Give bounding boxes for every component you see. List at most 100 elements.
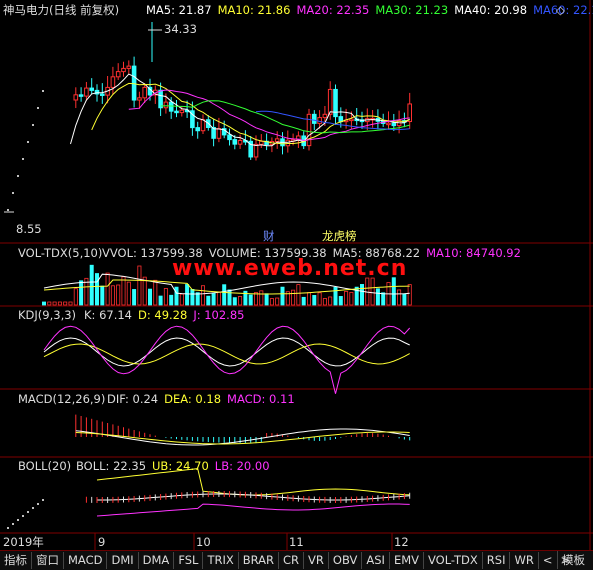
vol-bar-63 — [375, 288, 380, 306]
vol-bar-14 — [116, 284, 121, 306]
tab-trix[interactable]: TRIX — [203, 552, 239, 569]
vol-bar-68 — [402, 293, 407, 306]
vol-bar-62 — [370, 277, 375, 306]
tab-window[interactable]: 窗口 — [32, 552, 64, 569]
main-indicator-4: MA40: 20.98 — [454, 3, 528, 17]
tab-wr[interactable]: WR — [510, 552, 539, 569]
tab-vol-tdx[interactable]: VOL-TDX — [424, 552, 483, 569]
candle-body-40 — [253, 143, 259, 158]
vol-bar-15 — [121, 276, 126, 306]
main-indicator-0: MA5: 21.87 — [146, 3, 212, 17]
candle-body-15 — [121, 67, 126, 73]
vol-bar-12 — [105, 272, 110, 306]
tab-indicators[interactable]: 指标 — [0, 552, 32, 569]
candle-body-29 — [195, 127, 200, 132]
month-label-12: 12 — [394, 535, 409, 549]
vol-bar-57 — [344, 291, 349, 306]
vol-bar-47 — [291, 289, 296, 306]
candle-body-41 — [259, 140, 264, 145]
candle-body-35 — [227, 134, 232, 141]
boll-lb-line — [96, 503, 410, 517]
vol-bar-13 — [110, 285, 115, 306]
vol-bar-22 — [158, 295, 163, 306]
vol-bar-64 — [381, 292, 386, 306]
boll-indicator-2: LB: 20.00 — [214, 459, 270, 473]
candle-body-7 — [78, 94, 84, 97]
vol-bar-2 — [52, 301, 57, 306]
candle-body-17 — [131, 65, 137, 101]
vol-bar-18 — [137, 265, 142, 306]
kdj-title: KDJ(9,3,3) — [18, 308, 77, 322]
finance-tag[interactable]: 财 — [263, 229, 275, 243]
toggle-icon[interactable]: ◇ — [556, 3, 565, 17]
vol-bar-49 — [301, 296, 306, 306]
candle-body-46 — [285, 139, 291, 147]
kdj-indicator-2: J: 102.85 — [193, 308, 245, 322]
boll-early-dot-0 — [7, 527, 9, 529]
tab-cr[interactable]: CR — [279, 552, 305, 569]
tab-dma[interactable]: DMA — [139, 552, 175, 569]
vol-bar-4 — [63, 301, 68, 306]
candle-body-58 — [349, 118, 354, 122]
boll-indicator-1: UB: 24.70 — [152, 459, 209, 473]
tab-scroll-left-button[interactable]: < — [539, 552, 557, 569]
candle-body-22 — [158, 89, 163, 109]
vol-bar-1 — [47, 301, 52, 306]
candle-body-23 — [163, 101, 169, 109]
candle-body-52 — [317, 117, 322, 124]
vol-bar-54 — [328, 296, 333, 306]
vol-bar-21 — [153, 279, 158, 306]
candle-body-44 — [274, 138, 280, 142]
dragon-tiger-tag[interactable]: 龙虎榜 — [322, 229, 357, 243]
vol-bar-67 — [397, 289, 402, 306]
vol-bar-29 — [195, 292, 200, 306]
vol-bar-10 — [95, 273, 100, 306]
vol-bar-25 — [174, 286, 179, 306]
vol-bar-7 — [79, 280, 84, 306]
vol-bar-44 — [275, 297, 280, 306]
chart-canvas[interactable] — [0, 0, 593, 569]
candle-body-36 — [232, 139, 238, 145]
early-dot-1 — [12, 192, 14, 194]
boll-mid-line — [97, 493, 410, 501]
vol-bar-48 — [296, 284, 301, 306]
boll-early-dot-3 — [22, 515, 24, 517]
candle-body-8 — [84, 87, 89, 97]
indicator-tab-bar: 指标 窗口 MACD DMI DMA FSL TRIX BRAR CR VR OBV ASI EMV VO… — [0, 550, 593, 570]
candle-body-6 — [73, 94, 79, 101]
candle-body-69 — [407, 103, 412, 123]
ma-legend: MA5: 21.87 MA10: 21.86 MA20: 22.35 MA30: 21… — [146, 3, 593, 17]
main-indicator-2: MA20: 22.35 — [296, 3, 370, 17]
tab-brar[interactable]: BRAR — [239, 552, 280, 569]
watermark: www.eweb.net.cn — [172, 256, 408, 281]
tab-rsi[interactable]: RSI — [483, 552, 511, 569]
tab-macd[interactable]: MACD — [64, 552, 108, 569]
main-indicator-3: MA30: 21.23 — [375, 3, 449, 17]
tab-vr[interactable]: VR — [304, 552, 329, 569]
vol-bar-26 — [179, 293, 184, 306]
vol-bar-39 — [248, 294, 253, 306]
tab-fsl[interactable]: FSL — [174, 552, 204, 569]
boll-indicator-0: BOLL: 22.35 — [76, 459, 147, 473]
tab-emv[interactable]: EMV — [390, 552, 424, 569]
candle-body-11 — [100, 93, 105, 96]
boll-early-dot-1 — [12, 523, 14, 525]
vol-bar-40 — [253, 292, 258, 306]
vol-bar-31 — [206, 295, 211, 306]
tab-obv[interactable]: OBV — [329, 552, 363, 569]
vol-bar-37 — [238, 295, 243, 306]
month-label-11: 11 — [289, 535, 304, 549]
boll-early-dot-5 — [32, 507, 34, 509]
template-button[interactable]: 模板 — [557, 551, 589, 569]
candle-body-51 — [312, 113, 317, 124]
tab-asi[interactable]: ASI — [362, 552, 390, 569]
vol-bar-24 — [169, 294, 174, 306]
main-indicator-1: MA10: 21.86 — [217, 3, 291, 17]
boll-early-dot-7 — [42, 499, 44, 501]
tab-dmi[interactable]: DMI — [107, 552, 139, 569]
candle-body-37 — [237, 139, 243, 145]
month-label-9: 9 — [98, 535, 106, 549]
early-dot-5 — [32, 124, 34, 126]
boll-title: BOLL(20) — [18, 459, 72, 473]
vol-bar-19 — [142, 276, 147, 306]
